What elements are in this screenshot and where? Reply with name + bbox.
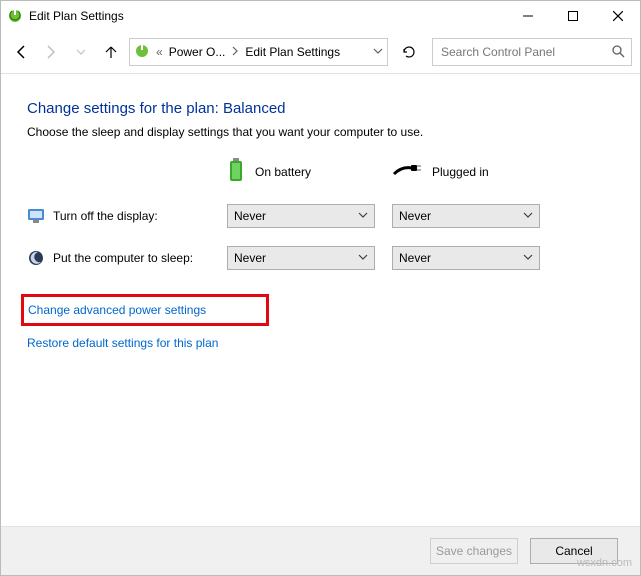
plug-icon bbox=[392, 162, 422, 181]
display-label: Turn off the display: bbox=[27, 207, 227, 225]
col-plugged-in: Plugged in bbox=[392, 162, 557, 181]
titlebar: Edit Plan Settings bbox=[1, 1, 640, 31]
restore-defaults-link[interactable]: Restore default settings for this plan bbox=[27, 336, 218, 350]
address-dropdown-icon[interactable] bbox=[373, 45, 383, 59]
window-controls bbox=[505, 2, 640, 30]
recent-dropdown[interactable] bbox=[69, 40, 93, 64]
minimize-button[interactable] bbox=[505, 2, 550, 30]
page-title: Change settings for the plan: Balanced bbox=[27, 100, 614, 117]
maximize-button[interactable] bbox=[550, 2, 595, 30]
row-display: Turn off the display: Never Never bbox=[27, 204, 614, 228]
sleep-plugged-dropdown[interactable]: Never bbox=[392, 246, 540, 270]
save-button[interactable]: Save changes bbox=[430, 538, 518, 564]
col-plugged-in-label: Plugged in bbox=[432, 165, 489, 179]
col-on-battery: On battery bbox=[227, 157, 392, 186]
chevron-right-icon bbox=[231, 45, 239, 59]
app-icon bbox=[7, 8, 23, 24]
search-icon bbox=[611, 44, 625, 61]
highlighted-link-box: Change advanced power settings bbox=[21, 294, 269, 326]
content-area: Change settings for the plan: Balanced C… bbox=[1, 74, 640, 526]
navbar: « Power O... Edit Plan Settings bbox=[1, 31, 640, 74]
up-button[interactable] bbox=[99, 40, 123, 64]
power-icon bbox=[134, 43, 150, 62]
back-button[interactable] bbox=[9, 40, 33, 64]
chevron-down-icon bbox=[523, 209, 533, 223]
address-bar[interactable]: « Power O... Edit Plan Settings bbox=[129, 38, 388, 66]
breadcrumb-root-sep: « bbox=[156, 45, 163, 59]
sleep-label: Put the computer to sleep: bbox=[27, 249, 227, 267]
column-headers: On battery Plugged in bbox=[227, 157, 614, 186]
monitor-icon bbox=[27, 207, 45, 225]
battery-icon bbox=[227, 157, 245, 186]
footer: Save changes Cancel bbox=[1, 526, 640, 575]
close-button[interactable] bbox=[595, 2, 640, 30]
chevron-down-icon bbox=[523, 251, 533, 265]
search-box[interactable] bbox=[432, 38, 632, 66]
links-area: Change advanced power settings Restore d… bbox=[27, 294, 614, 350]
col-on-battery-label: On battery bbox=[255, 165, 311, 179]
display-battery-dropdown[interactable]: Never bbox=[227, 204, 375, 228]
row-sleep: Put the computer to sleep: Never Never bbox=[27, 246, 614, 270]
display-plugged-dropdown[interactable]: Never bbox=[392, 204, 540, 228]
breadcrumb-item-2[interactable]: Edit Plan Settings bbox=[245, 45, 340, 59]
breadcrumb-item-1[interactable]: Power O... bbox=[169, 45, 226, 59]
search-input[interactable] bbox=[439, 44, 607, 60]
page-subtitle: Choose the sleep and display settings th… bbox=[27, 125, 614, 139]
chevron-down-icon bbox=[358, 209, 368, 223]
forward-button[interactable] bbox=[39, 40, 63, 64]
window-title: Edit Plan Settings bbox=[29, 9, 505, 23]
window: Edit Plan Settings bbox=[0, 0, 641, 576]
watermark: wsxdn.com bbox=[577, 557, 632, 569]
moon-icon bbox=[27, 249, 45, 267]
refresh-button[interactable] bbox=[396, 39, 422, 65]
chevron-down-icon bbox=[358, 251, 368, 265]
sleep-battery-dropdown[interactable]: Never bbox=[227, 246, 375, 270]
advanced-settings-link[interactable]: Change advanced power settings bbox=[28, 303, 206, 317]
